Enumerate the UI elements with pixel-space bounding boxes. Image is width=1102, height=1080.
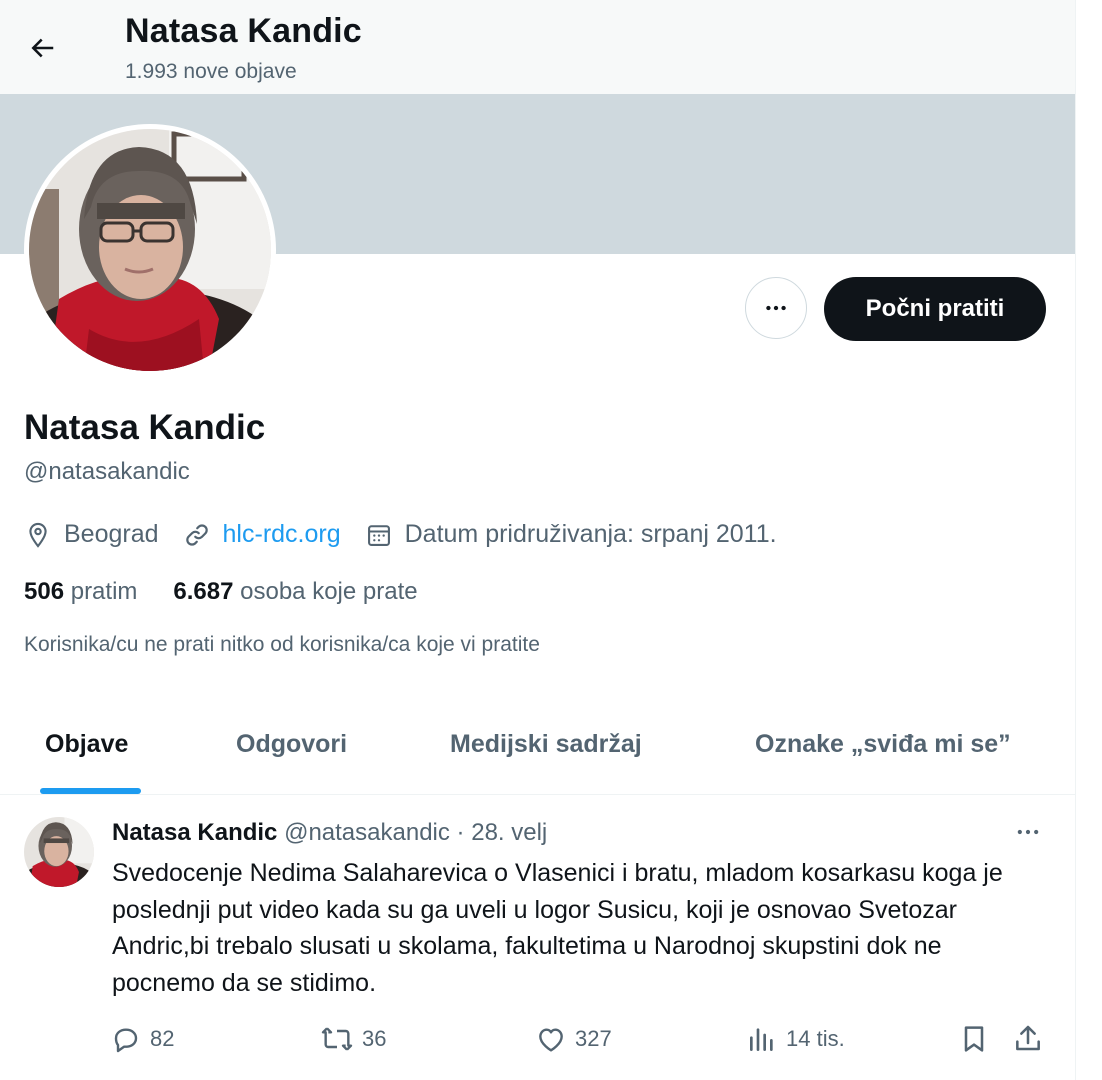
tweet-date[interactable]: 28. velj xyxy=(471,819,547,846)
profile-tabs: Objave Odgovori Medijski sadržaj Oznake … xyxy=(0,700,1075,795)
views-button[interactable]: 14 tis. xyxy=(746,1023,845,1055)
followers-label: osoba koje prate xyxy=(240,578,418,605)
tweet-author-handle[interactable]: @natasakandic xyxy=(284,819,450,846)
share-icon xyxy=(1016,1025,1040,1051)
tweet-header: Natasa Kandic @natasakandic · 28. velj xyxy=(112,819,547,847)
active-tab-indicator xyxy=(40,788,141,794)
analytics-icon xyxy=(750,1028,773,1051)
bookmark-icon xyxy=(964,1026,984,1052)
more-options-button[interactable] xyxy=(745,277,807,339)
joined-item: Datum pridruživanja: srpanj 2011. xyxy=(365,520,777,549)
followed-by-note: Korisnika/cu ne prati nitko od korisnika… xyxy=(24,633,540,656)
tweet-avatar[interactable] xyxy=(24,817,94,887)
share-button[interactable] xyxy=(1012,1023,1052,1055)
tweet-author-name[interactable]: Natasa Kandic xyxy=(112,819,277,846)
reply-count: 82 xyxy=(150,1026,175,1051)
tweet[interactable]: Natasa Kandic @natasakandic · 28. velj S… xyxy=(0,795,1075,1080)
views-count: 14 tis. xyxy=(786,1026,845,1051)
profile-avatar[interactable] xyxy=(24,124,276,376)
repost-icon xyxy=(321,1027,353,1051)
repost-button[interactable]: 36 xyxy=(320,1023,386,1055)
tab-media[interactable]: Medijski sadržaj xyxy=(450,730,642,759)
profile-name: Natasa Kandic xyxy=(24,408,266,447)
arrow-left-icon xyxy=(31,38,54,58)
header-title: Natasa Kandic xyxy=(125,12,362,50)
profile-header: Natasa Kandic 1.993 nove objave xyxy=(0,0,1075,94)
website-link[interactable]: hlc-rdc.org xyxy=(223,520,341,549)
profile-meta: Beograd hlc-rdc.org Datum pridruživanja:… xyxy=(24,520,801,549)
location-text: Beograd xyxy=(64,520,159,548)
right-gutter xyxy=(1075,0,1102,1080)
location-item: Beograd xyxy=(24,520,159,549)
follow-button[interactable]: Počni pratiti xyxy=(824,277,1046,341)
joined-text: Datum pridruživanja: srpanj 2011. xyxy=(404,520,777,548)
followers-link[interactable]: 6.687 osoba koje prate xyxy=(173,578,417,606)
more-horizontal-icon xyxy=(1017,829,1039,835)
like-count: 327 xyxy=(575,1026,612,1051)
follow-stats: 506 pratim 6.687 osoba koje prate xyxy=(24,578,454,606)
tab-posts[interactable]: Objave xyxy=(45,730,128,759)
location-pin-icon xyxy=(24,521,52,549)
reply-icon xyxy=(114,1028,138,1053)
following-link[interactable]: 506 pratim xyxy=(24,578,137,606)
tweet-text: Svedocenje Nedima Salaharevica o Vlaseni… xyxy=(112,859,1003,997)
tweet-more-button[interactable] xyxy=(1008,817,1048,847)
profile-column: Natasa Kandic 1.993 nove objave Počni pr… xyxy=(0,0,1075,1080)
back-button[interactable] xyxy=(20,26,64,70)
tab-replies[interactable]: Odgovori xyxy=(236,730,347,759)
more-horizontal-icon xyxy=(766,305,786,311)
website-item[interactable]: hlc-rdc.org xyxy=(183,520,341,549)
avatar-photo xyxy=(29,129,271,371)
following-label: pratim xyxy=(70,578,138,605)
tweet-actions: 82 36 327 14 tis. xyxy=(110,1023,1050,1059)
calendar-icon xyxy=(365,521,393,549)
bookmark-button[interactable] xyxy=(958,1023,998,1055)
profile-handle: @natasakandic xyxy=(24,458,190,485)
followers-count: 6.687 xyxy=(173,578,234,605)
like-button[interactable]: 327 xyxy=(535,1023,612,1055)
heart-icon xyxy=(539,1028,563,1052)
link-icon xyxy=(183,521,211,549)
tab-likes[interactable]: Oznake „sviđa mi se” xyxy=(755,730,1011,759)
header-post-count: 1.993 nove objave xyxy=(125,60,297,83)
reply-button[interactable]: 82 xyxy=(110,1023,174,1055)
following-count: 506 xyxy=(24,578,65,605)
tweet-separator: · xyxy=(456,819,465,846)
repost-count: 36 xyxy=(362,1026,387,1051)
